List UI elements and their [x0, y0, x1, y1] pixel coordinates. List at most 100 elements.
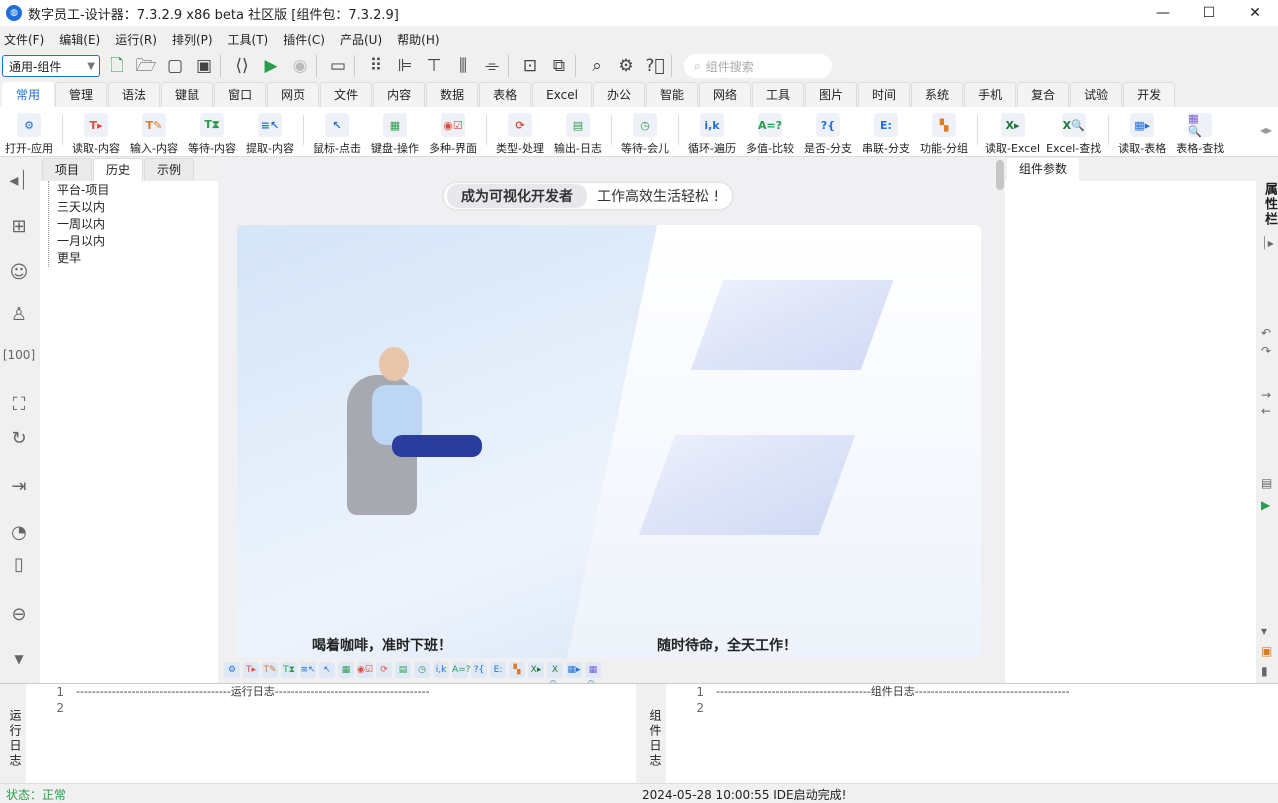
alert-icon[interactable]: ▣: [1261, 644, 1272, 658]
vertical-scrollbar[interactable]: [995, 158, 1005, 683]
tab-category[interactable]: 系统: [911, 82, 964, 107]
run-icon[interactable]: ▶: [259, 54, 283, 78]
component-button[interactable]: A=? 多值-比较: [744, 113, 796, 156]
redo-icon[interactable]: ↷: [1261, 344, 1271, 358]
component-button[interactable]: ≡↖ 提取-内容: [244, 113, 296, 156]
menu-item[interactable]: 产品(U): [340, 31, 382, 48]
open-folder-icon[interactable]: 🗁: [134, 54, 158, 78]
quick-component-icon[interactable]: T⧗: [281, 662, 297, 678]
tab-category[interactable]: 工具: [752, 82, 805, 107]
component-button[interactable]: ⟳ 类型-处理: [494, 113, 546, 156]
arrow-left-icon[interactable]: ←: [1261, 404, 1271, 418]
component-button[interactable]: ◉☑ 多种-界面: [427, 113, 479, 156]
scroll-arrows-icon[interactable]: ◂▸: [1260, 123, 1272, 137]
gear-icon[interactable]: ⚙: [614, 54, 638, 78]
component-button[interactable]: T⧗ 等待-内容: [186, 113, 238, 156]
scan-icon[interactable]: ⛶: [0, 394, 38, 415]
tab-panel[interactable]: 历史: [93, 158, 144, 181]
tab-category[interactable]: 键鼠: [161, 82, 214, 107]
quick-component-icon[interactable]: ▤: [395, 662, 411, 678]
tab-category[interactable]: 表格: [479, 82, 532, 107]
tab-category[interactable]: 管理: [55, 82, 108, 107]
quick-component-icon[interactable]: ?{: [471, 662, 487, 678]
properties-side-label[interactable]: 属性栏: [1260, 182, 1278, 227]
tab-category[interactable]: 数据: [426, 82, 479, 107]
quick-component-icon[interactable]: X▸: [528, 662, 544, 678]
collapse-icon[interactable]: ◂⏐: [0, 170, 38, 191]
tab-category[interactable]: 手机: [964, 82, 1017, 107]
component-button[interactable]: ▤ 输出-日志: [552, 113, 604, 156]
tab-category[interactable]: 文件: [320, 82, 373, 107]
component-button[interactable]: ↖ 鼠标-点击: [311, 113, 363, 156]
tree-item[interactable]: 一月以内: [57, 233, 218, 250]
refresh-icon[interactable]: ↻: [0, 428, 38, 449]
tab-category[interactable]: 网页: [267, 82, 320, 107]
component-button[interactable]: X▸ 读取-Excel: [985, 113, 1040, 156]
component-button[interactable]: X🔍 Excel-查找: [1046, 113, 1101, 156]
variables-icon[interactable]: ▤: [1261, 476, 1272, 490]
quick-component-icon[interactable]: ▚: [509, 662, 525, 678]
counter-icon[interactable]: [100]: [0, 348, 38, 362]
minimize-button[interactable]: —: [1140, 0, 1186, 26]
component-search-input[interactable]: ⌕ 组件搜索: [684, 54, 832, 78]
close-button[interactable]: ✕: [1232, 0, 1278, 26]
stop-icon[interactable]: ◉: [288, 54, 312, 78]
menu-item[interactable]: 排列(P): [172, 31, 213, 48]
component-button[interactable]: ?{是否-分支: [802, 113, 854, 156]
tab-category[interactable]: 常用: [2, 82, 55, 107]
tab-category[interactable]: 图片: [805, 82, 858, 107]
tree-item[interactable]: 平台-项目: [57, 182, 218, 199]
menu-item[interactable]: 文件(F): [4, 31, 44, 48]
clipboard-icon[interactable]: ▮: [1261, 664, 1268, 678]
quick-component-icon[interactable]: ▦🔍: [585, 662, 601, 691]
quick-component-icon[interactable]: T✎: [262, 662, 278, 678]
run-log-content[interactable]: ---------------------------------------运…: [68, 684, 636, 784]
tab-category[interactable]: 语法: [108, 82, 161, 107]
component-log-content[interactable]: ---------------------------------------组…: [708, 684, 1278, 784]
quick-component-icon[interactable]: E:: [490, 662, 506, 678]
tab-category[interactable]: Excel: [532, 82, 592, 107]
tab-panel[interactable]: 示例: [144, 158, 195, 181]
tab-category[interactable]: 办公: [592, 82, 645, 107]
component-button[interactable]: ▦▸ 读取-表格: [1116, 113, 1168, 156]
vr-icon[interactable]: ⊖: [0, 604, 38, 625]
tab-component-params[interactable]: 组件参数: [1007, 158, 1080, 181]
expand-icon[interactable]: ⏐▸: [1261, 236, 1274, 251]
undo-icon[interactable]: ↶: [1261, 326, 1271, 340]
dropdown-icon[interactable]: ▾: [1261, 624, 1267, 638]
align-left-icon[interactable]: ⊫: [393, 54, 417, 78]
components-grid-icon[interactable]: ⊞: [0, 216, 38, 237]
timer-icon[interactable]: ◔: [0, 522, 38, 543]
users-icon[interactable]: ☺: [0, 262, 38, 283]
search-icon[interactable]: ⌕: [585, 54, 609, 78]
tab-category[interactable]: 复合: [1017, 82, 1070, 107]
component-set-select[interactable]: 通用-组件 ▼: [2, 55, 100, 77]
tree-item[interactable]: 更早: [57, 250, 218, 267]
quick-component-icon[interactable]: ⚙: [224, 662, 240, 678]
component-button[interactable]: ▦🔍 表格-查找: [1174, 112, 1226, 156]
expand-down-icon[interactable]: ▼: [0, 652, 38, 666]
menu-item[interactable]: 工具(T): [228, 31, 269, 48]
align-top-icon[interactable]: ⊤: [422, 54, 446, 78]
component-button[interactable]: T✎ 输入-内容: [128, 113, 180, 156]
screen-icon[interactable]: ⧉: [547, 54, 571, 78]
quick-component-icon[interactable]: ⟳: [376, 662, 392, 678]
play-icon[interactable]: ▶: [1261, 498, 1270, 512]
new-project-icon[interactable]: 🗋: [105, 54, 129, 78]
help-icon[interactable]: ?⃝: [643, 54, 667, 78]
quick-component-icon[interactable]: T▸: [243, 662, 259, 678]
quick-component-icon[interactable]: ▦▸: [566, 662, 582, 678]
quick-component-icon[interactable]: ◉☑: [357, 662, 373, 678]
tab-category[interactable]: 智能: [645, 82, 698, 107]
screenshot-icon[interactable]: ⊡: [518, 54, 542, 78]
quick-component-icon[interactable]: i,k: [433, 662, 449, 678]
quick-component-icon[interactable]: ≡↖: [300, 662, 316, 678]
align-center-icon[interactable]: ⌯: [480, 54, 504, 78]
component-button[interactable]: ◷ 等待-会儿: [619, 113, 671, 156]
grid-icon[interactable]: ⠿: [364, 54, 388, 78]
component-button[interactable]: i,k 循环-遍历: [686, 113, 738, 156]
menu-item[interactable]: 插件(C): [283, 31, 325, 48]
tab-category[interactable]: 开发: [1123, 82, 1176, 107]
tab-category[interactable]: 网络: [698, 82, 751, 107]
tab-category[interactable]: 窗口: [214, 82, 267, 107]
